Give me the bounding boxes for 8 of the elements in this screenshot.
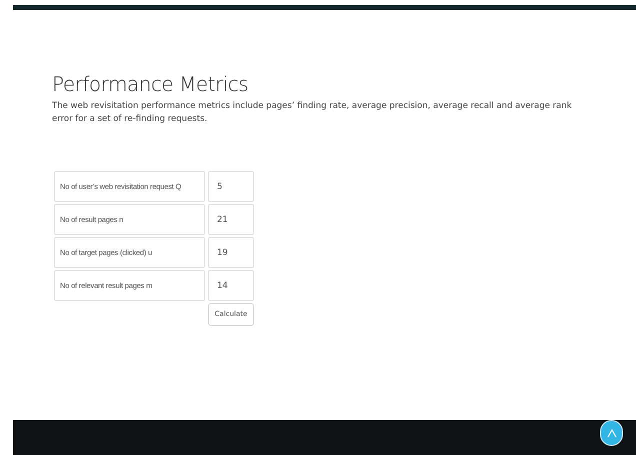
value-field[interactable]: 19: [208, 237, 254, 268]
value-field[interactable]: 14: [208, 270, 254, 301]
value-field[interactable]: 5: [208, 171, 254, 202]
value-field[interactable]: 21: [208, 204, 254, 235]
scroll-to-top-button[interactable]: [600, 420, 623, 446]
page-title: Performance Metrics: [52, 72, 248, 96]
page-description: The web revisitation performance metrics include pages’ finding rate, average precision, average recall and average rank error for a set of re-finding requests.: [52, 100, 573, 126]
caret-up-icon: [606, 428, 616, 438]
